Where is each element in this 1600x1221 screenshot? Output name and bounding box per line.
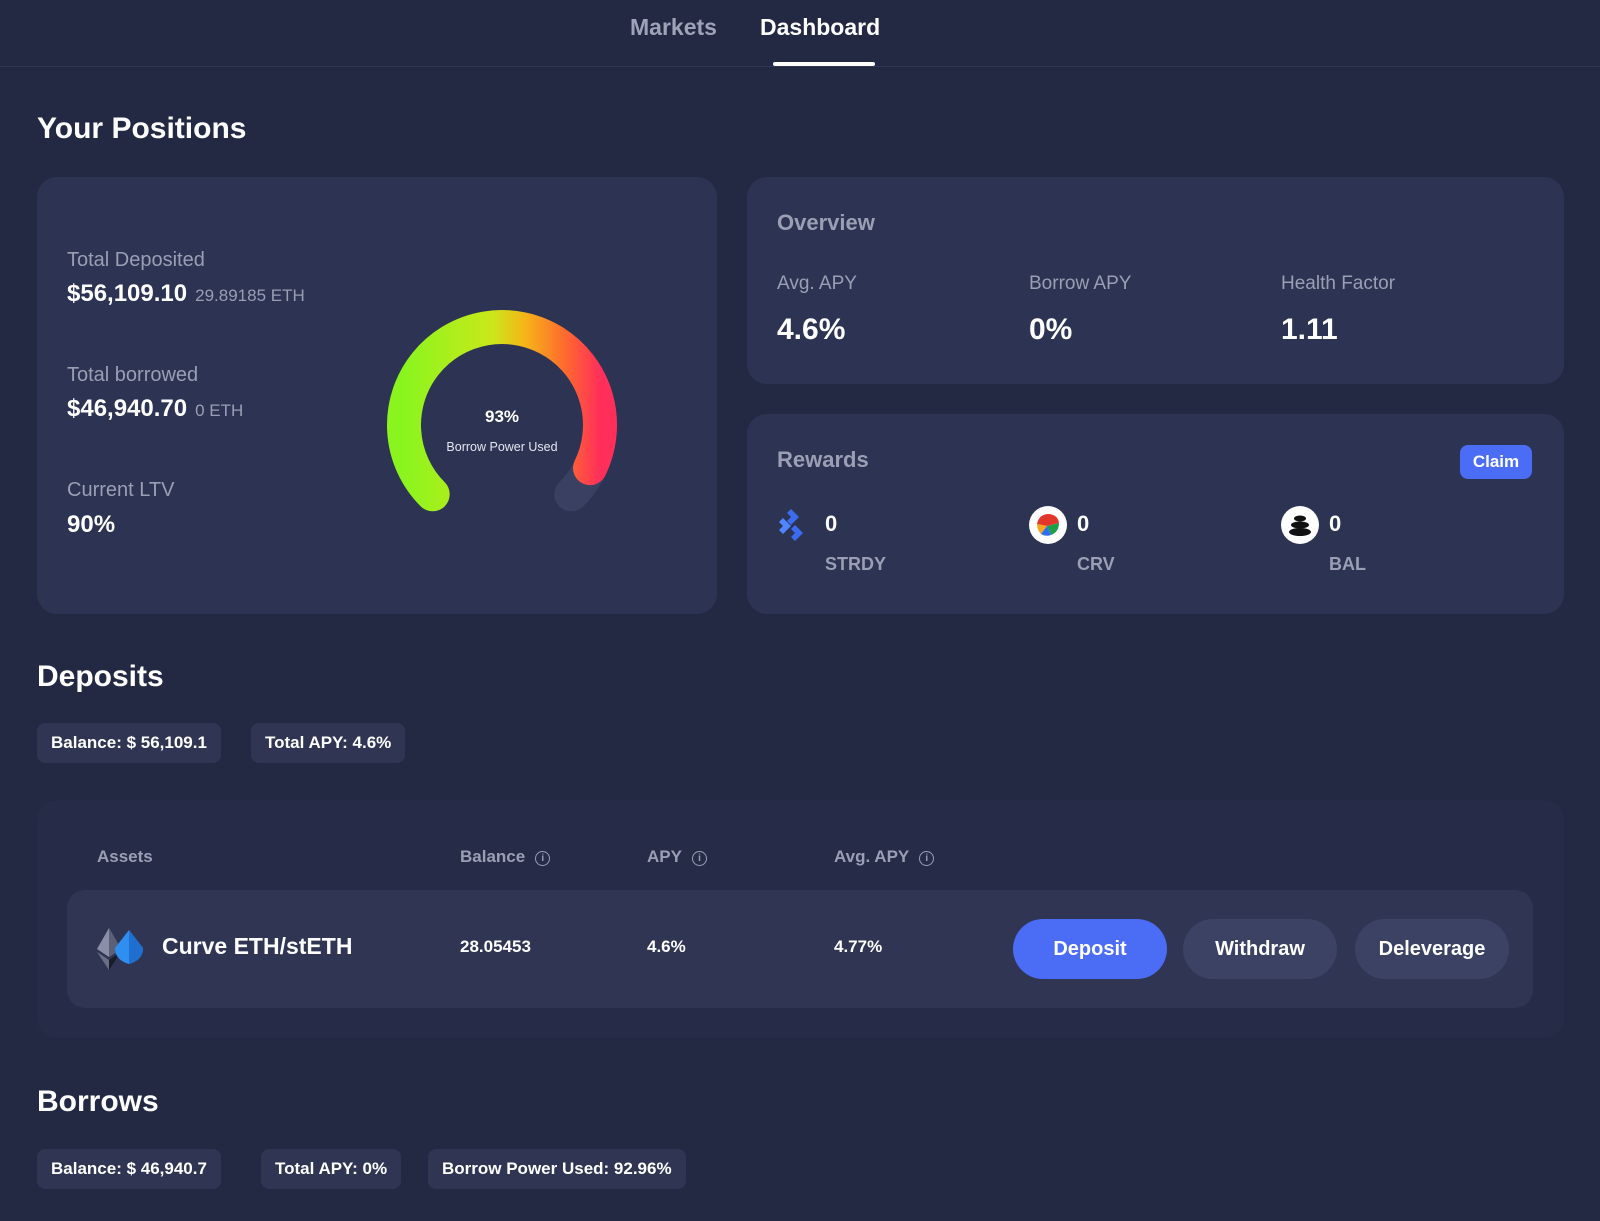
col-assets: Assets: [97, 847, 153, 867]
deposits-balance-pill: Balance: $ 56,109.1: [37, 723, 221, 763]
avg-apy-value: 4.6%: [777, 313, 846, 346]
col-avg-apy: Avg. APY i: [834, 847, 935, 867]
curve-eth-steth-icon: [97, 928, 143, 970]
borrow-power-pill: Borrow Power Used: 92.96%: [428, 1149, 686, 1189]
current-ltv-label: Current LTV: [67, 479, 175, 501]
active-tab-indicator: [773, 62, 875, 66]
gauge-percent: 93%: [484, 407, 520, 426]
health-factor-value: 1.11: [1281, 313, 1338, 346]
borrows-apy-pill: Total APY: 0%: [261, 1149, 402, 1189]
strdy-symbol: STRDY: [825, 554, 887, 574]
tab-markets[interactable]: Markets: [630, 14, 717, 41]
total-deposited-value: $56,109.10 29.89185 ETH: [67, 280, 305, 308]
table-row: Curve ETH/stETH 28.05453 4.6% 4.77% Depo…: [67, 890, 1533, 1008]
total-deposited-label: Total Deposited: [67, 249, 205, 271]
info-icon[interactable]: i: [691, 851, 707, 866]
borrow-apy-value: 0%: [1029, 313, 1073, 346]
col-apy: APY i: [647, 847, 707, 867]
positions-title: Your Positions: [37, 112, 247, 145]
crv-amount: 0: [1077, 511, 1090, 536]
total-borrowed-value: $46,940.70 0 ETH: [67, 395, 243, 423]
current-ltv-value: 90%: [67, 511, 116, 538]
claim-button[interactable]: Claim: [1460, 445, 1532, 479]
col-balance: Balance i: [460, 847, 551, 867]
total-deposited-usd: $56,109.10: [67, 280, 188, 307]
health-factor-label: Health Factor: [1281, 273, 1396, 294]
deposits-title: Deposits: [37, 660, 164, 693]
col-avg-apy-label: Avg. APY: [834, 847, 910, 866]
crv-icon: [1029, 506, 1067, 544]
deposits-apy-pill: Total APY: 4.6%: [251, 723, 406, 763]
total-borrowed-eth: 0 ETH: [195, 401, 244, 420]
asset-balance: 28.05453: [460, 937, 531, 956]
strdy-amount: 0: [825, 511, 838, 536]
asset-name: Curve ETH/stETH: [162, 933, 353, 959]
positions-card: Total Deposited $56,109.10 29.89185 ETH T…: [37, 177, 717, 614]
avg-apy-label: Avg. APY: [777, 273, 857, 294]
withdraw-button[interactable]: Withdraw: [1183, 919, 1337, 979]
top-nav: Markets Dashboard: [0, 0, 1600, 67]
bal-symbol: BAL: [1329, 554, 1366, 574]
col-apy-label: APY: [647, 847, 682, 866]
total-borrowed-usd: $46,940.70: [67, 395, 188, 422]
tab-dashboard[interactable]: Dashboard: [760, 14, 880, 41]
deposit-button[interactable]: Deposit: [1013, 919, 1167, 979]
gauge-label: Borrow Power Used: [446, 440, 558, 454]
info-icon[interactable]: i: [535, 851, 551, 866]
overview-title: Overview: [777, 210, 875, 235]
asset-avg-apy: 4.77%: [834, 937, 883, 956]
info-icon[interactable]: i: [919, 851, 935, 866]
total-deposited-eth: 29.89185 ETH: [195, 286, 305, 305]
col-balance-label: Balance: [460, 847, 526, 866]
bal-icon: [1281, 506, 1319, 544]
borrow-apy-label: Borrow APY: [1029, 273, 1132, 294]
deposits-table: Assets Balance i APY i Avg. APY i Curve ETH…: [37, 800, 1564, 1038]
rewards-card: Rewards Claim 0 STRDY 0 CRV 0 BAL: [747, 414, 1564, 614]
deleverage-button[interactable]: Deleverage: [1355, 919, 1509, 979]
borrows-balance-pill: Balance: $ 46,940.7: [37, 1149, 221, 1189]
overview-card: Overview Avg. APY 4.6% Borrow APY 0% Hea…: [747, 177, 1564, 384]
asset-apy: 4.6%: [647, 937, 686, 956]
rewards-title: Rewards: [777, 447, 869, 472]
crv-symbol: CRV: [1077, 554, 1115, 574]
bal-amount: 0: [1329, 511, 1342, 536]
strdy-icon: [779, 509, 803, 541]
borrows-title: Borrows: [37, 1085, 159, 1118]
col-assets-label: Assets: [97, 847, 153, 866]
total-borrowed-label: Total borrowed: [67, 364, 199, 386]
